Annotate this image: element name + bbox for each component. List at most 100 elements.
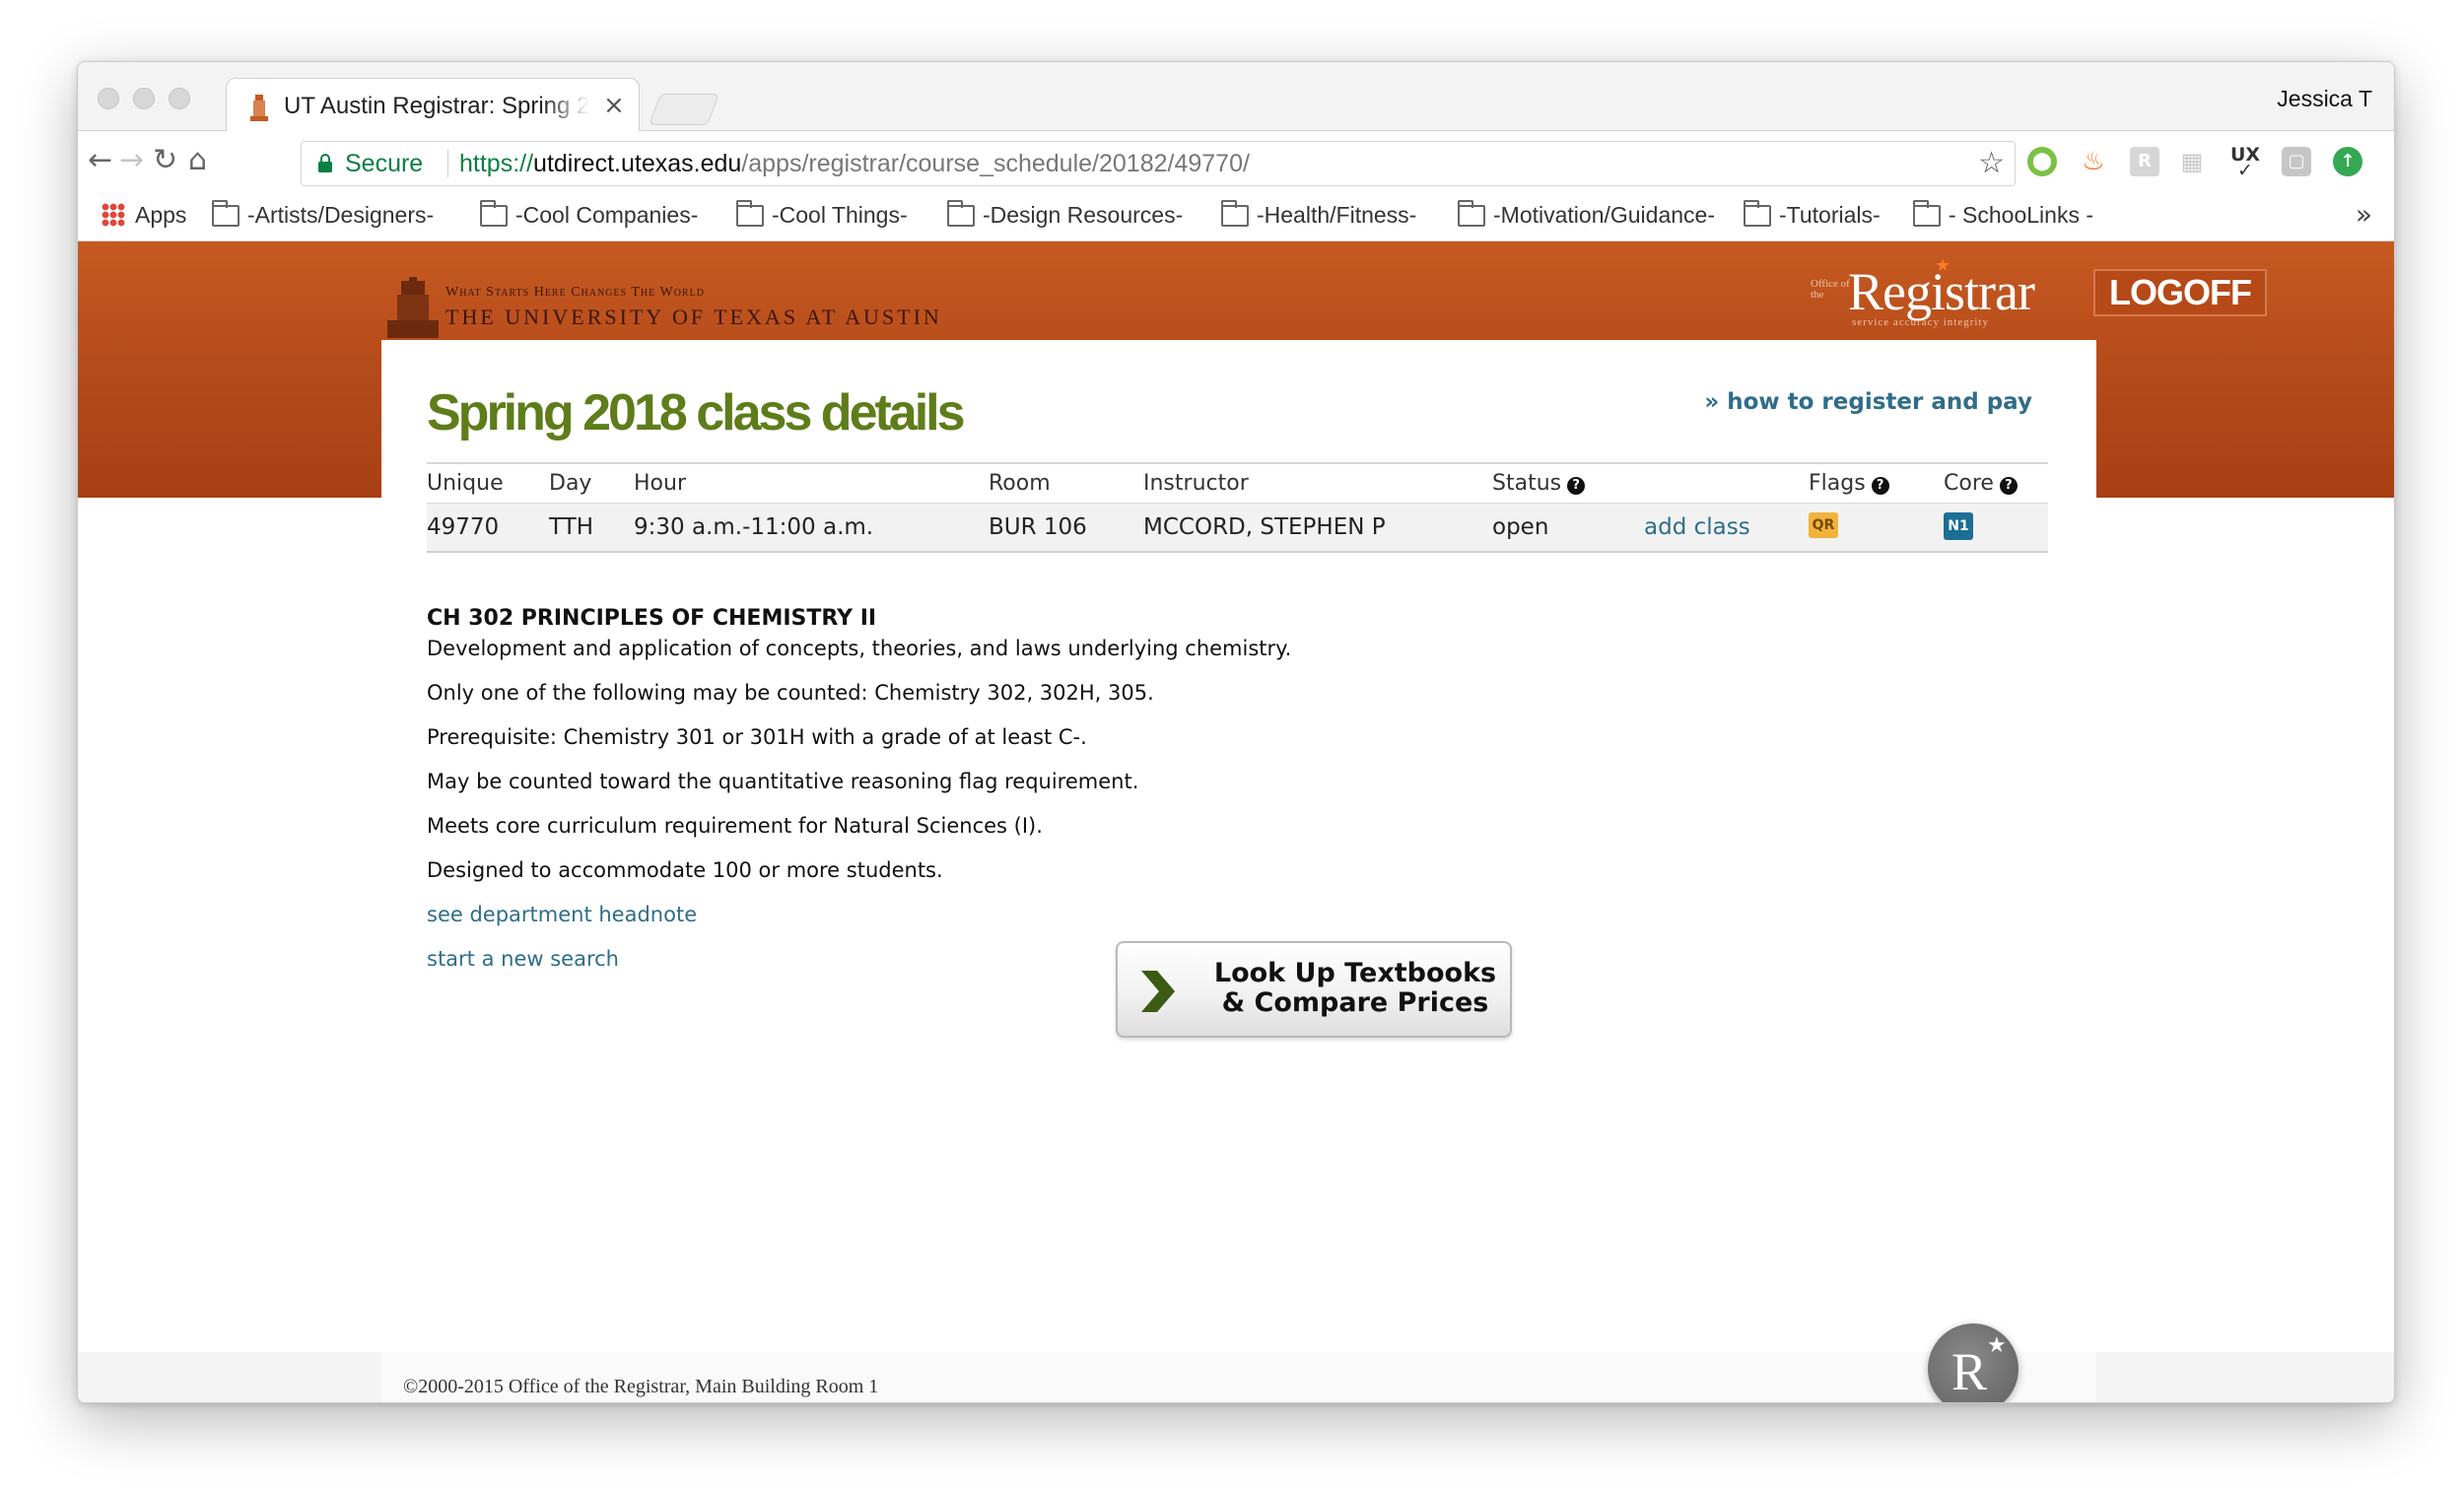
ux-check-icon[interactable]: UX ✓ xyxy=(2230,146,2260,180)
folder-icon xyxy=(1458,200,1485,227)
core-help-icon[interactable]: ? xyxy=(1999,476,2018,495)
column-header-room: Room xyxy=(989,462,1143,504)
cell-instructor: MCCORD, STEPHEN P xyxy=(1143,503,1492,553)
close-window-button[interactable] xyxy=(98,88,119,109)
column-header-day: Day xyxy=(549,462,634,504)
ut-wordmark[interactable]: THE UNIVERSITY OF TEXAS AT AUSTIN xyxy=(445,305,942,330)
bookmark-folder-cool-companies[interactable]: -Cool Companies- xyxy=(480,200,699,229)
folder-icon xyxy=(1744,200,1771,227)
cell-action: add class xyxy=(1644,503,1809,553)
course-line-restriction: Only one of the following may be counted… xyxy=(427,681,1154,705)
column-header-hour: Hour xyxy=(634,462,989,504)
main-content: Spring 2018 class details » how to regis… xyxy=(381,340,2096,1402)
how-to-register-link[interactable]: » how to register and pay xyxy=(1704,389,2032,415)
bookmark-folder-schoolinks[interactable]: - SchooLinks - xyxy=(1913,200,2093,229)
bookmark-label: -Cool Companies- xyxy=(515,202,699,228)
bookmark-label: -Design Resources- xyxy=(983,202,1184,228)
reload-icon[interactable]: ↻ xyxy=(153,143,177,178)
qr-flag-badge[interactable]: QR xyxy=(1809,512,1838,539)
home-icon[interactable]: ⌂ xyxy=(188,143,207,178)
textbook-label-line2: & Compare Prices xyxy=(1221,987,1489,1018)
registrar-star-icon: ★ xyxy=(1935,255,1951,276)
table-row: 49770 TTH 9:30 a.m.-11:00 a.m. BUR 106 M… xyxy=(427,503,2048,553)
tab-bar: UT Austin Registrar: Spring 2018 × Jessi… xyxy=(78,62,2394,132)
footer-copyright: ©2000-2015 Office of the Registrar, Main… xyxy=(403,1376,879,1397)
registrar-logo[interactable]: Office of the Registrar ★ service accura… xyxy=(1811,255,2037,330)
minimize-window-button[interactable] xyxy=(133,88,155,109)
folder-icon xyxy=(736,200,764,227)
url-scheme: https:// xyxy=(459,150,534,177)
registrar-values: service accuracy integrity xyxy=(1852,316,1989,328)
status-header-label: Status xyxy=(1492,470,1562,496)
new-tab-button[interactable] xyxy=(649,94,719,125)
bookmark-folder-cool-things[interactable]: -Cool Things- xyxy=(736,200,908,229)
add-class-link[interactable]: add class xyxy=(1644,514,1750,540)
column-header-instructor: Instructor xyxy=(1143,462,1492,504)
ut-tower-favicon-icon xyxy=(250,95,268,121)
registrar-r-badge-icon[interactable]: R ★ xyxy=(1928,1323,2019,1402)
lock-icon xyxy=(318,154,332,172)
web-page: What Starts Here Changes The World THE U… xyxy=(78,241,2394,1402)
apps-grid-icon xyxy=(102,203,125,227)
column-header-unique: Unique xyxy=(427,462,549,504)
cell-flags: QR xyxy=(1809,503,1944,553)
address-bar[interactable]: Secure https://utdirect.utexas.edu/apps/… xyxy=(301,141,2016,186)
logoff-button[interactable]: LOGOFF xyxy=(2093,269,2267,316)
evernote-icon[interactable]: ⬤ xyxy=(2027,147,2057,176)
bookmark-label: -Tutorials- xyxy=(1779,202,1881,228)
bookmark-folder-motivation[interactable]: -Motivation/Guidance- xyxy=(1458,200,1715,229)
bookmark-folder-artists[interactable]: -Artists/Designers- xyxy=(212,200,435,229)
textbook-lookup-button[interactable]: Look Up Textbooks & Compare Prices xyxy=(1116,941,1512,1038)
bookmarks-overflow-icon[interactable]: » xyxy=(2356,198,2372,231)
flags-header-label: Flags xyxy=(1809,470,1866,496)
textbook-label-line1: Look Up Textbooks xyxy=(1213,958,1497,988)
folder-icon xyxy=(212,200,240,227)
bookmark-folder-health-fitness[interactable]: -Health/Fitness- xyxy=(1221,200,1417,229)
profile-name[interactable]: Jessica T xyxy=(2277,86,2372,112)
page-title: Spring 2018 class details xyxy=(427,384,966,441)
cell-status: open xyxy=(1492,503,1644,553)
cell-day: TTH xyxy=(549,503,634,553)
grid-extension-icon[interactable]: ▦ xyxy=(2177,147,2207,176)
bookmark-folder-design-resources[interactable]: -Design Resources- xyxy=(947,200,1184,229)
bookmark-star-icon[interactable]: ☆ xyxy=(1978,146,2005,180)
browser-window: UT Austin Registrar: Spring 2018 × Jessi… xyxy=(77,61,2395,1403)
tab-close-icon[interactable]: × xyxy=(603,91,625,120)
bookmark-label: -Health/Fitness- xyxy=(1257,202,1417,228)
class-schedule-table: Unique Day Hour Room Instructor Status? … xyxy=(427,462,2048,553)
forward-arrow-icon[interactable]: → xyxy=(119,143,144,178)
department-headnote-link[interactable]: see department headnote xyxy=(427,900,1905,929)
upload-green-icon[interactable]: ↑ xyxy=(2333,147,2362,176)
cell-hour: 9:30 a.m.-11:00 a.m. xyxy=(634,503,989,553)
flags-help-icon[interactable]: ? xyxy=(1871,476,1889,495)
folder-icon xyxy=(480,200,508,227)
url-path: /apps/registrar/course_schedule/20182/49… xyxy=(741,150,1250,177)
folder-icon xyxy=(1221,200,1249,227)
folder-icon xyxy=(947,200,975,227)
bookmark-label: -Cool Things- xyxy=(772,202,908,228)
chat-extension-icon[interactable]: ▢ xyxy=(2282,147,2311,176)
course-line-capacity: Designed to accommodate 100 or more stud… xyxy=(427,858,943,882)
table-header-row: Unique Day Hour Room Instructor Status? … xyxy=(427,462,2048,504)
footer: ©2000-2015 Office of the Registrar, Main… xyxy=(78,1352,2394,1402)
badge-letter: R xyxy=(1951,1342,1988,1401)
course-description: CH 302 PRINCIPLES OF CHEMISTRY II Develo… xyxy=(427,604,1905,988)
bookmark-folder-tutorials[interactable]: -Tutorials- xyxy=(1744,200,1881,229)
cell-core: N1 xyxy=(1944,503,2048,553)
fire-icon[interactable]: ♨ xyxy=(2079,147,2108,176)
secure-label: Secure xyxy=(345,150,424,177)
cell-room: BUR 106 xyxy=(989,503,1143,553)
browser-tab[interactable]: UT Austin Registrar: Spring 2018 × xyxy=(226,78,640,132)
bookmarks-bar: Apps -Artists/Designers- -Cool Companies… xyxy=(78,190,2394,241)
n1-core-badge[interactable]: N1 xyxy=(1944,511,1973,540)
bookmark-label: -Artists/Designers- xyxy=(247,202,435,228)
status-help-icon[interactable]: ? xyxy=(1567,476,1586,495)
url-text[interactable]: https://utdirect.utexas.edu/apps/registr… xyxy=(459,150,1250,178)
r-extension-icon[interactable]: R xyxy=(2130,147,2159,176)
chevron-right-icon xyxy=(1141,971,1175,1012)
registrar-office-text: Office of the xyxy=(1811,278,1850,301)
ut-tower-logo-icon xyxy=(387,277,439,338)
bookmark-apps[interactable]: Apps xyxy=(102,202,186,229)
back-arrow-icon[interactable]: ← xyxy=(88,143,112,178)
zoom-window-button[interactable] xyxy=(169,88,190,109)
